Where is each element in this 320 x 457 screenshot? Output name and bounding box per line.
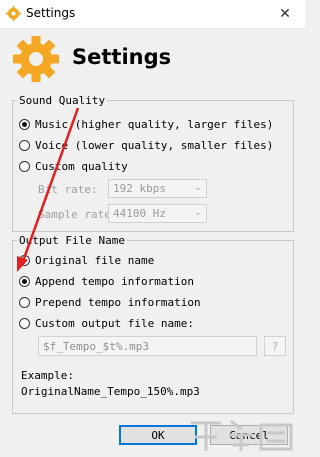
example-label: Example: — [21, 369, 74, 382]
samplerate-value: 44100 Hz — [113, 207, 166, 220]
bitrate-value: 192 kbps — [113, 182, 166, 195]
custom-output-name-input[interactable]: $f_Tempo_$t%.mp3 — [38, 336, 257, 356]
gear-icon — [13, 36, 59, 82]
bitrate-select[interactable]: 192 kbps ⌄ — [108, 179, 207, 198]
dialog-header: Settings — [0, 29, 305, 87]
radio-label: Original file name — [35, 254, 155, 267]
radio-button[interactable] — [19, 276, 30, 287]
radio-label: Custom quality — [35, 160, 128, 173]
radio-button[interactable] — [19, 255, 30, 266]
page-title: Settings — [72, 45, 172, 69]
sound-quality-legend: Sound Quality — [19, 94, 106, 107]
watermark-logo-icon — [191, 419, 293, 451]
example-value: OriginalName_Tempo_150%.mp3 — [21, 385, 200, 398]
samplerate-select[interactable]: 44100 Hz ⌄ — [108, 204, 207, 223]
question-icon: ? — [271, 339, 279, 353]
radio-custom-output-name[interactable]: Custom output file name: — [19, 317, 194, 330]
radio-button[interactable] — [19, 119, 30, 130]
radio-button[interactable] — [19, 161, 30, 172]
radio-voice[interactable]: Voice (lower quality, smaller files) — [19, 139, 273, 152]
chevron-down-icon: ⌄ — [193, 207, 202, 218]
window-title: Settings — [26, 6, 76, 20]
custom-output-name-value: $f_Tempo_$t%.mp3 — [43, 340, 149, 353]
close-button[interactable]: ✕ — [265, 0, 305, 28]
radio-label: Music (higher quality, larger files) — [35, 118, 274, 131]
bitrate-label: Bit rate: — [38, 183, 98, 196]
radio-button[interactable] — [19, 318, 30, 329]
chevron-down-icon: ⌄ — [193, 182, 202, 193]
radio-label: Voice (lower quality, smaller files) — [35, 139, 274, 152]
radio-button[interactable] — [19, 297, 30, 308]
samplerate-label: Sample rate: — [38, 208, 118, 221]
radio-label: Append tempo information — [35, 275, 194, 288]
ok-button-label: OK — [151, 428, 165, 442]
radio-music[interactable]: Music (higher quality, larger files) — [19, 118, 273, 131]
radio-label: Prepend tempo information — [35, 296, 201, 309]
title-bar: Settings ✕ — [0, 0, 305, 29]
radio-label: Custom output file name: — [35, 317, 194, 330]
radio-prepend-tempo[interactable]: Prepend tempo information — [19, 296, 201, 309]
close-icon: ✕ — [279, 6, 291, 22]
radio-button[interactable] — [19, 140, 30, 151]
radio-original-file-name[interactable]: Original file name — [19, 254, 154, 267]
app-gear-icon — [6, 6, 21, 21]
help-button[interactable]: ? — [264, 336, 286, 356]
radio-append-tempo[interactable]: Append tempo information — [19, 275, 194, 288]
output-file-name-legend: Output File Name — [19, 234, 125, 247]
radio-custom-quality[interactable]: Custom quality — [19, 160, 128, 173]
